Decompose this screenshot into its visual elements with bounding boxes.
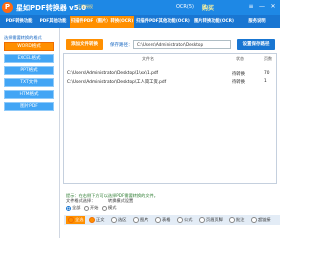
tab-scan-ocr[interactable]: 扫描件PDF（图片）转换(OCR)	[70, 16, 134, 28]
mode-label: 转换模式设置	[108, 198, 134, 203]
file-path: C:\Users\Administrator\Desktop\工人简工资.pdf	[67, 80, 167, 85]
bar-option-label: 表格	[162, 217, 171, 222]
bar-option-label: 超链接	[258, 217, 271, 222]
option-label: 模式	[108, 205, 117, 210]
radio-icon	[66, 205, 71, 211]
option-label: 全部	[72, 205, 81, 210]
column-header-name: 文件名	[142, 56, 154, 61]
file-status: 待转换	[232, 80, 245, 85]
minimize-icon[interactable]: —	[257, 2, 267, 12]
bar-option-label: 全选	[75, 217, 84, 222]
file-status: 待转换	[232, 72, 245, 77]
bar-option-label: 批注	[236, 217, 245, 222]
format-select-label: 文件格式选择：	[66, 198, 96, 203]
option-mode[interactable]: 模式	[102, 205, 116, 211]
ocr-status: OCR(5)	[176, 4, 194, 10]
bar-option-region[interactable]: 选区	[111, 216, 126, 224]
bar-option-select-all[interactable]: 全选	[66, 216, 86, 224]
output-path-input[interactable]	[133, 40, 231, 49]
check-icon	[155, 217, 161, 223]
sidebar-item-excel[interactable]: EXCEL格式	[4, 54, 54, 63]
tab-scan-other[interactable]: 扫描件PDF其他功能(OCR)	[135, 16, 191, 28]
file-pages: 1	[264, 79, 267, 84]
check-icon	[68, 217, 74, 223]
sidebar-item-image-pdf[interactable]: 图片PDF	[4, 102, 54, 111]
buy-link[interactable]: 购买	[202, 3, 214, 12]
sidebar: 选择需要转换的格式 WORD格式 EXCEL格式 PPT格式 TXT文件 HTM…	[0, 28, 60, 238]
sidebar-item-ppt[interactable]: PPT格式	[4, 66, 54, 75]
bar-option-label: 正文	[96, 217, 105, 222]
add-file-button[interactable]: 添加文件转换	[66, 39, 103, 50]
bar-option-table[interactable]: 表格	[155, 216, 170, 224]
sidebar-header: 选择需要转换的格式	[4, 35, 42, 40]
bar-option-label: 选区	[118, 217, 127, 222]
check-icon	[111, 217, 117, 223]
bar-option-text[interactable]: 正文	[89, 216, 104, 224]
bar-option-hyperlink[interactable]: 超链接	[251, 216, 271, 224]
bar-option-header-footer[interactable]: 页眉页脚	[199, 216, 223, 224]
file-path: C:\Users\Administrator\Desktop\1\xx\1.pd…	[67, 71, 159, 76]
tab-image-ocr[interactable]: 图片转换功能(OCR)	[192, 16, 236, 28]
bar-option-label: 页眉页脚	[206, 217, 223, 222]
check-icon	[133, 217, 139, 223]
check-icon	[251, 217, 257, 223]
check-icon	[89, 217, 95, 223]
sidebar-item-word[interactable]: WORD格式	[4, 42, 54, 51]
option-all[interactable]: 全部	[66, 205, 80, 211]
column-header-status: 状态	[236, 56, 244, 61]
title-bar: P 星如PDF转换器 v5.0 正版授权 OCR(5) 购买 ≡ — ✕	[0, 0, 280, 15]
check-icon	[199, 217, 205, 223]
tab-service[interactable]: 服务说明	[238, 16, 276, 28]
bar-option-formula[interactable]: 公式	[177, 216, 192, 224]
column-header-pages: 页数	[264, 56, 272, 61]
license-badge: 正版授权	[77, 4, 93, 9]
file-pages: 70	[264, 71, 270, 76]
radio-icon	[84, 205, 89, 211]
bar-option-image[interactable]: 图片	[133, 216, 148, 224]
close-icon[interactable]: ✕	[268, 2, 278, 12]
menu-icon[interactable]: ≡	[246, 2, 256, 12]
bar-option-label: 图片	[140, 217, 149, 222]
set-output-path-button[interactable]: 设置保存路径	[237, 39, 275, 50]
tab-bar: PDF转换功能 PDF其他功能 扫描件PDF（图片）转换(OCR) 扫描件PDF…	[0, 15, 280, 28]
app-title: 星如PDF转换器 v5.0	[16, 4, 87, 12]
app-logo-icon: P	[2, 2, 13, 13]
check-icon	[229, 217, 235, 223]
radio-icon	[102, 205, 107, 211]
tab-pdf-convert[interactable]: PDF转换功能	[3, 16, 35, 28]
sidebar-item-htm[interactable]: HTM格式	[4, 90, 54, 99]
bar-option-label: 公式	[184, 217, 193, 222]
file-list[interactable]: 文件名 状态 页数 C:\Users\Administrator\Desktop…	[63, 53, 277, 184]
option-start[interactable]: 开始	[84, 205, 98, 211]
tab-pdf-other[interactable]: PDF其他功能	[37, 16, 69, 28]
sidebar-item-txt[interactable]: TXT文件	[4, 78, 54, 87]
check-icon	[177, 217, 183, 223]
output-path-label: 保存路径：	[110, 43, 133, 48]
bar-option-comment[interactable]: 批注	[229, 216, 244, 224]
option-label: 开始	[90, 205, 99, 210]
